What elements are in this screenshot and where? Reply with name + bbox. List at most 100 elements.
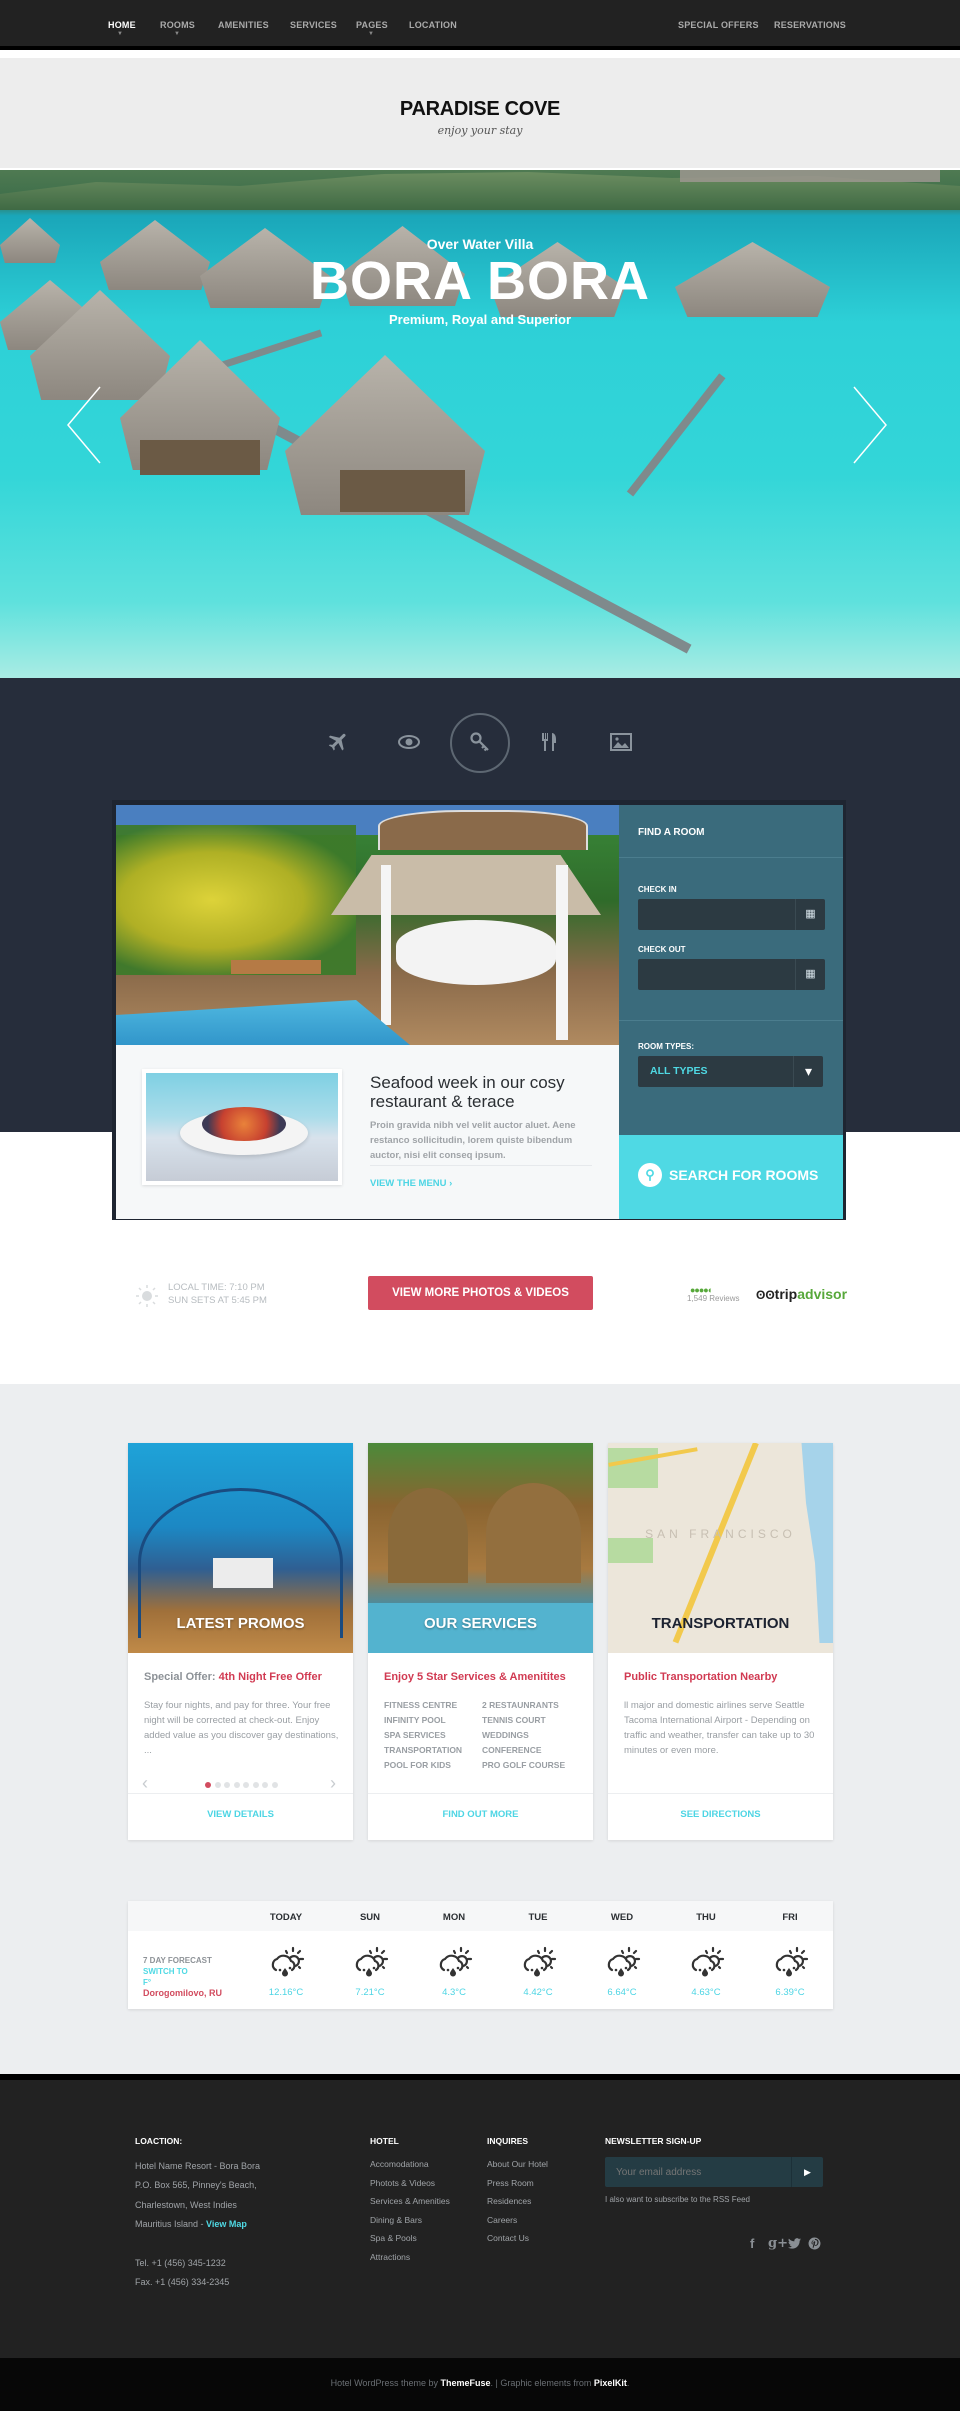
slider-dot[interactable] [243,1782,249,1788]
nav-item-special-offers[interactable]: SPECIAL OFFERS [678,20,759,30]
map-city-label: SAN FRANCISCO [645,1527,796,1541]
card-title: Special Offer: 4th Night Free Offer [144,1671,322,1683]
slider-dot[interactable] [224,1782,230,1788]
check-in-field[interactable]: ▦ [638,899,825,930]
park [608,1448,658,1488]
footer-link[interactable]: Dining & Bars [370,2215,422,2225]
facebook-icon[interactable]: f [750,2236,754,2251]
footer-link[interactable]: Contact Us [487,2233,529,2243]
key-icon[interactable] [468,730,492,754]
rss-subscribe-text[interactable]: I also want to subscribe to the RSS Feed [605,2195,750,2204]
pixelkit-link[interactable]: PixelKit [594,2378,627,2388]
review-count[interactable]: 1,549 Reviews [687,1294,739,1303]
footer-link[interactable]: Residences [487,2196,531,2206]
airplane-icon[interactable] [326,730,350,754]
dropdown-caret-icon[interactable]: ▾ [793,1056,823,1087]
palm-leaves [116,825,356,975]
themefuse-link[interactable]: ThemeFuse [440,2378,490,2388]
slider-dot[interactable] [252,1782,259,1788]
footer-link[interactable]: Photots & Videos [370,2178,435,2188]
nav-item-pages[interactable]: PAGES [356,20,388,30]
site-logo[interactable]: PARADISE COVE [0,98,960,121]
forecast-day-label: SUN [359,1912,381,1923]
chevron-left-icon[interactable] [66,385,102,465]
footer-link[interactable]: Accomodationa [370,2159,429,2169]
card-title-text[interactable]: 4th Night Free Offer [219,1671,322,1683]
footer-link[interactable]: Services & Amenities [370,2196,450,2206]
card-title[interactable]: Enjoy 5 Star Services & Amenitites [384,1671,566,1683]
card-title[interactable]: Public Transportation Nearby [624,1671,777,1683]
credits-bar: Hotel WordPress theme by ThemeFuse. | Gr… [0,2358,960,2411]
view-details-link[interactable]: VIEW DETAILS [128,1809,353,1820]
service-item: PRO GOLF COURSE [482,1760,566,1770]
search-rooms-button[interactable]: ⚲ SEARCH FOR ROOMS [619,1135,843,1219]
nav-item-amenities[interactable]: AMENITIES [218,20,269,30]
cabana [388,1488,468,1583]
villa-row [680,170,940,182]
nav-item-rooms[interactable]: ROOMS [160,20,195,30]
slider-dot[interactable] [271,1782,278,1788]
nav-item-services[interactable]: SERVICES [290,20,337,30]
slider-next-icon[interactable]: › [330,1773,336,1794]
search-icon: ⚲ [638,1163,662,1187]
unit-switch-link[interactable]: SWITCH TO [143,1966,222,1977]
twitter-icon[interactable] [788,2238,801,2249]
credits-text: Hotel WordPress theme by ThemeFuse. | Gr… [0,2378,960,2388]
underwater-suite-photo: LATEST PROMOS [128,1443,353,1653]
bay-water [801,1443,833,1643]
footer-link[interactable]: Careers [487,2215,517,2225]
find-out-more-link[interactable]: FIND OUT MORE [368,1809,593,1820]
slider-dot[interactable] [233,1782,240,1788]
newsletter-submit-button[interactable]: ▶ [791,2157,823,2187]
pinterest-icon[interactable] [808,2237,821,2250]
find-room-title: FIND A ROOM [638,827,705,838]
forecast-location: Dorogomilovo, RU [143,1988,222,1998]
chevron-right-icon[interactable] [852,385,888,465]
park [608,1538,653,1563]
map-image[interactable]: SAN FRANCISCO TRANSPORTATION [608,1443,833,1653]
slider-dot[interactable] [205,1782,211,1788]
nav-item-home[interactable]: HOME [108,20,136,30]
rain-sun-cloud-icon [498,1946,578,1978]
nav-item-reservations[interactable]: RESERVATIONS [774,20,846,30]
calendar-icon[interactable]: ▦ [795,899,825,930]
check-out-label: CHECK OUT [638,945,686,954]
see-directions-link[interactable]: SEE DIRECTIONS [608,1809,833,1820]
service-item: 2 RESTAUNRANTS [482,1700,559,1710]
service-item: FITNESS CENTRE [384,1700,458,1710]
hero-slider: Over Water Villa BORA BORA Premium, Roya… [0,170,960,678]
lounger [231,960,321,974]
view-menu-link[interactable]: VIEW THE MENU › [370,1178,452,1189]
transportation-card: SAN FRANCISCO TRANSPORTATION Public Tran… [608,1443,833,1840]
footer-link[interactable]: Press Room [487,2178,534,2188]
service-item: WEDDINGS [482,1730,529,1740]
tripadvisor-logo[interactable]: ʘʘtripadvisor [756,1286,847,1302]
slider-prev-icon[interactable]: ‹ [142,1773,148,1794]
newsletter-email-input[interactable] [605,2157,791,2187]
forecast-label: 7 DAY FORECAST [143,1956,212,1965]
picture-icon[interactable] [609,730,633,754]
eye-icon[interactable] [397,730,421,754]
slider-dot[interactable] [214,1782,221,1788]
rain-sun-cloud-icon [582,1946,662,1978]
footer-link[interactable]: Attractions [370,2252,410,2262]
footer-link[interactable]: Spa & Pools [370,2233,417,2243]
forecast-day-label: WED [610,1912,634,1923]
sunset-time: SUN SETS AT 5:45 PM [168,1295,267,1306]
address-text: Mauritius Island - [135,2219,207,2229]
view-more-photos-button[interactable]: VIEW MORE PHOTOS & VIDEOS [368,1276,593,1310]
footer-link[interactable]: About Our Hotel [487,2159,548,2169]
location-heading: LOACTION: [135,2136,183,2146]
view-map-link[interactable]: View Map [206,2219,247,2229]
dining-icon[interactable] [538,730,562,754]
nav-item-location[interactable]: LOCATION [409,20,457,30]
newsletter-form: ▶ [605,2157,823,2187]
room-type-select[interactable]: ALL TYPES ▾ [638,1056,823,1087]
calendar-icon[interactable]: ▦ [795,959,825,990]
google-plus-icon[interactable]: g+ [768,2236,788,2251]
unit-switch-value[interactable]: F° [143,1977,222,1988]
slider-dot[interactable] [262,1782,268,1788]
promo-text: Proin gravida nibh vel velit auctor alue… [370,1120,576,1161]
curtain [556,865,568,1040]
check-out-field[interactable]: ▦ [638,959,825,990]
